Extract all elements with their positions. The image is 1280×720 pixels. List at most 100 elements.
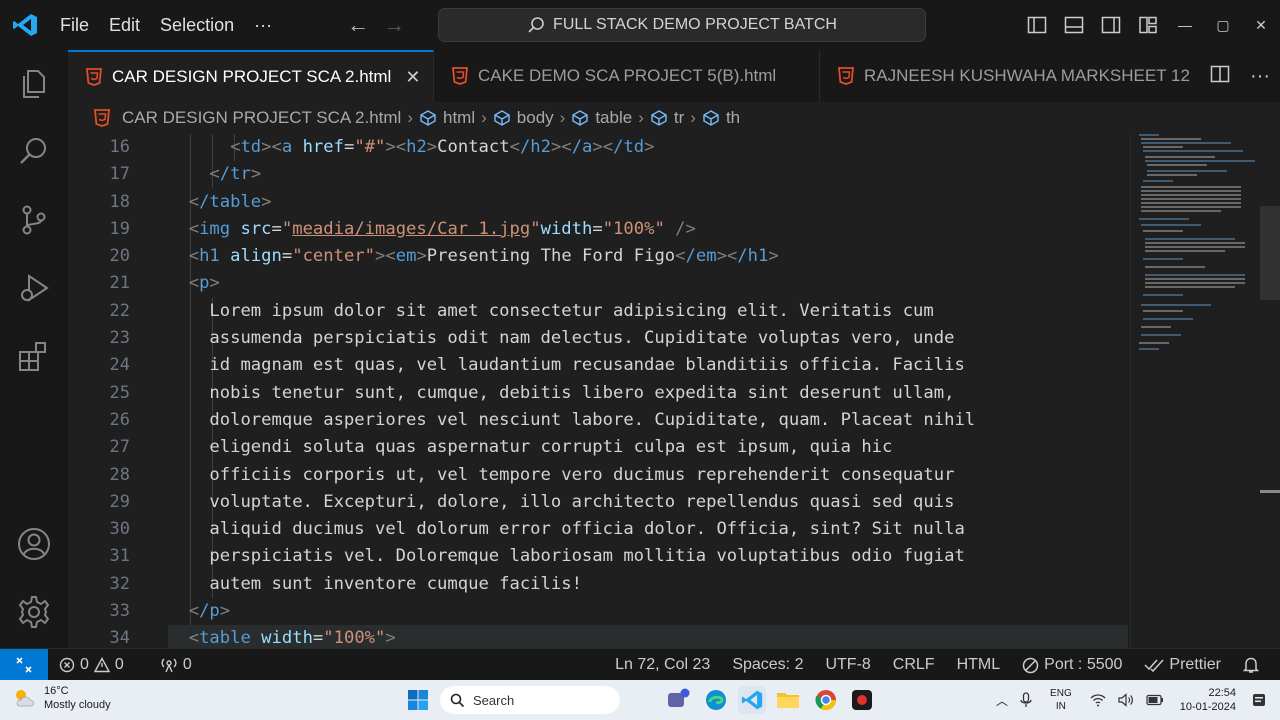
toggle-panel-icon[interactable] (1055, 0, 1092, 50)
microphone-icon[interactable] (1014, 692, 1038, 708)
src-link[interactable]: meadia/images/Car 1.jpg (292, 219, 530, 239)
code-editor[interactable]: 16 17 18 19 20 21 22 23 24 25 26 27 28 2… (68, 134, 1130, 648)
line-number: 26 (109, 409, 130, 430)
windows-start-icon[interactable] (404, 686, 432, 714)
line-number: 19 (109, 218, 130, 239)
line-number: 22 (109, 300, 130, 321)
teams-chat-icon[interactable] (664, 686, 692, 714)
breadcrumb-tr[interactable]: tr (674, 108, 684, 128)
source-control-icon[interactable] (0, 186, 68, 254)
notifications-bell-icon[interactable] (1232, 656, 1270, 674)
code-line: voluptate. Excepturi, dolore, illo archi… (209, 491, 955, 512)
show-hidden-icons-chevron-icon[interactable]: ︿ (990, 692, 1014, 709)
breadcrumb-table[interactable]: table (595, 108, 632, 128)
toggle-primary-sidebar-icon[interactable] (1018, 0, 1055, 50)
encoding[interactable]: UTF-8 (814, 656, 881, 674)
html5-icon (94, 109, 110, 127)
code-line: <td><a href="#"><h2>Contact</h2></a></td… (230, 137, 655, 157)
close-window-button[interactable]: ✕ (1242, 0, 1280, 50)
html5-icon (86, 68, 102, 86)
split-editor-icon[interactable] (1210, 64, 1230, 89)
weather-widget[interactable]: 16°C Mostly cloudy (12, 684, 111, 712)
scrollbar-cursor-marker (1260, 490, 1280, 493)
back-arrow-icon[interactable]: ← (340, 12, 376, 38)
clock[interactable]: 22:54 10-01-2024 (1170, 686, 1246, 714)
breadcrumb-html[interactable]: html (443, 108, 475, 128)
port-label: Port : 5500 (1044, 656, 1123, 673)
menu-selection[interactable]: Selection (150, 0, 244, 50)
line-number: 17 (109, 164, 130, 185)
ports-status[interactable]: 0 (149, 656, 203, 674)
search-icon[interactable] (0, 118, 68, 186)
problems-status[interactable]: 0 0 (48, 656, 135, 674)
language-mode[interactable]: HTML (946, 656, 1012, 674)
tab-cake-demo[interactable]: CAKE DEMO SCA PROJECT 5(B).html (434, 50, 820, 102)
input-language[interactable]: ENG IN (1038, 687, 1084, 713)
wifi-icon[interactable] (1084, 693, 1112, 707)
code-line: aliquid ducimus vel dolorum error offici… (209, 519, 965, 540)
indentation[interactable]: Spaces: 2 (721, 656, 814, 674)
code-line: <h1 align="center"><em>Presenting The Fo… (188, 246, 779, 267)
edge-browser-icon[interactable] (702, 686, 730, 714)
cursor-position[interactable]: Ln 72, Col 23 (604, 656, 721, 674)
file-explorer-icon[interactable] (774, 686, 802, 714)
chrome-icon[interactable] (812, 686, 840, 714)
tab-car-design[interactable]: CAR DESIGN PROJECT SCA 2.html ✕ (68, 50, 434, 102)
weather-condition: Mostly cloudy (44, 699, 111, 711)
broadcast-icon (161, 658, 177, 672)
breadcrumb-file[interactable]: CAR DESIGN PROJECT SCA 2.html (122, 108, 401, 128)
notification-center-icon[interactable] (1246, 693, 1280, 707)
line-number: 31 (109, 546, 130, 567)
code-line: <p> (188, 273, 220, 294)
breadcrumb-body[interactable]: body (517, 108, 554, 128)
manage-gear-icon[interactable] (0, 578, 68, 646)
line-number-gutter: 16 17 18 19 20 21 22 23 24 25 26 27 28 2… (68, 134, 130, 648)
prettier-label: Prettier (1169, 656, 1221, 673)
search-icon (528, 17, 544, 33)
explorer-icon[interactable] (0, 50, 68, 118)
taskbar-search[interactable]: Search (440, 686, 620, 714)
battery-icon[interactable] (1140, 694, 1170, 706)
code-line: perspiciatis vel. Doloremque laboriosam … (209, 546, 965, 567)
menu-file[interactable]: File (50, 0, 99, 50)
more-actions-icon[interactable]: ··· (1250, 65, 1270, 88)
temperature: 16°C (44, 685, 69, 697)
tab-marksheet[interactable]: RAJNEESH KUSHWAHA MARKSHEET 12 (820, 50, 1200, 102)
line-number: 28 (109, 464, 130, 485)
minimize-button[interactable]: — (1166, 0, 1204, 50)
breadcrumb-th[interactable]: th (726, 108, 740, 128)
live-server-port[interactable]: Port : 5500 (1011, 656, 1133, 674)
menu-more[interactable]: ··· (244, 0, 282, 50)
remote-indicator-icon[interactable] (0, 648, 48, 681)
accounts-icon[interactable] (0, 510, 68, 578)
warning-count: 0 (114, 655, 124, 673)
block-icon (1022, 657, 1039, 673)
search-icon (450, 693, 465, 707)
code-line: officiis corporis ut, vel tempore vero d… (209, 464, 955, 485)
menu-edit[interactable]: Edit (99, 0, 150, 50)
line-number: 16 (109, 137, 130, 157)
double-check-icon (1144, 659, 1164, 672)
html5-icon (452, 67, 468, 85)
extensions-icon[interactable] (0, 322, 68, 390)
end-of-line[interactable]: CRLF (882, 656, 946, 674)
prettier-status[interactable]: Prettier (1133, 656, 1232, 674)
toggle-secondary-sidebar-icon[interactable] (1092, 0, 1129, 50)
warning-icon (93, 656, 110, 672)
symbol-field-icon (493, 109, 511, 127)
minimap[interactable] (1130, 134, 1280, 648)
volume-icon[interactable] (1112, 693, 1140, 707)
screen-recorder-icon[interactable] (848, 686, 876, 714)
forward-arrow-icon[interactable]: → (376, 12, 412, 38)
vscode-taskbar-icon[interactable] (738, 686, 766, 714)
maximize-button[interactable]: ▢ (1204, 0, 1242, 50)
close-icon[interactable]: ✕ (405, 67, 420, 88)
command-center[interactable]: FULL STACK DEMO PROJECT BATCH (438, 8, 926, 42)
vertical-scrollbar[interactable] (1260, 206, 1280, 300)
customize-layout-icon[interactable] (1129, 0, 1166, 50)
run-debug-icon[interactable] (0, 254, 68, 322)
breadcrumb: CAR DESIGN PROJECT SCA 2.html › html › b… (68, 102, 1280, 134)
tab-label: CAR DESIGN PROJECT SCA 2.html (112, 67, 392, 86)
activity-bar (0, 50, 68, 648)
code-line: </table> (188, 191, 272, 212)
